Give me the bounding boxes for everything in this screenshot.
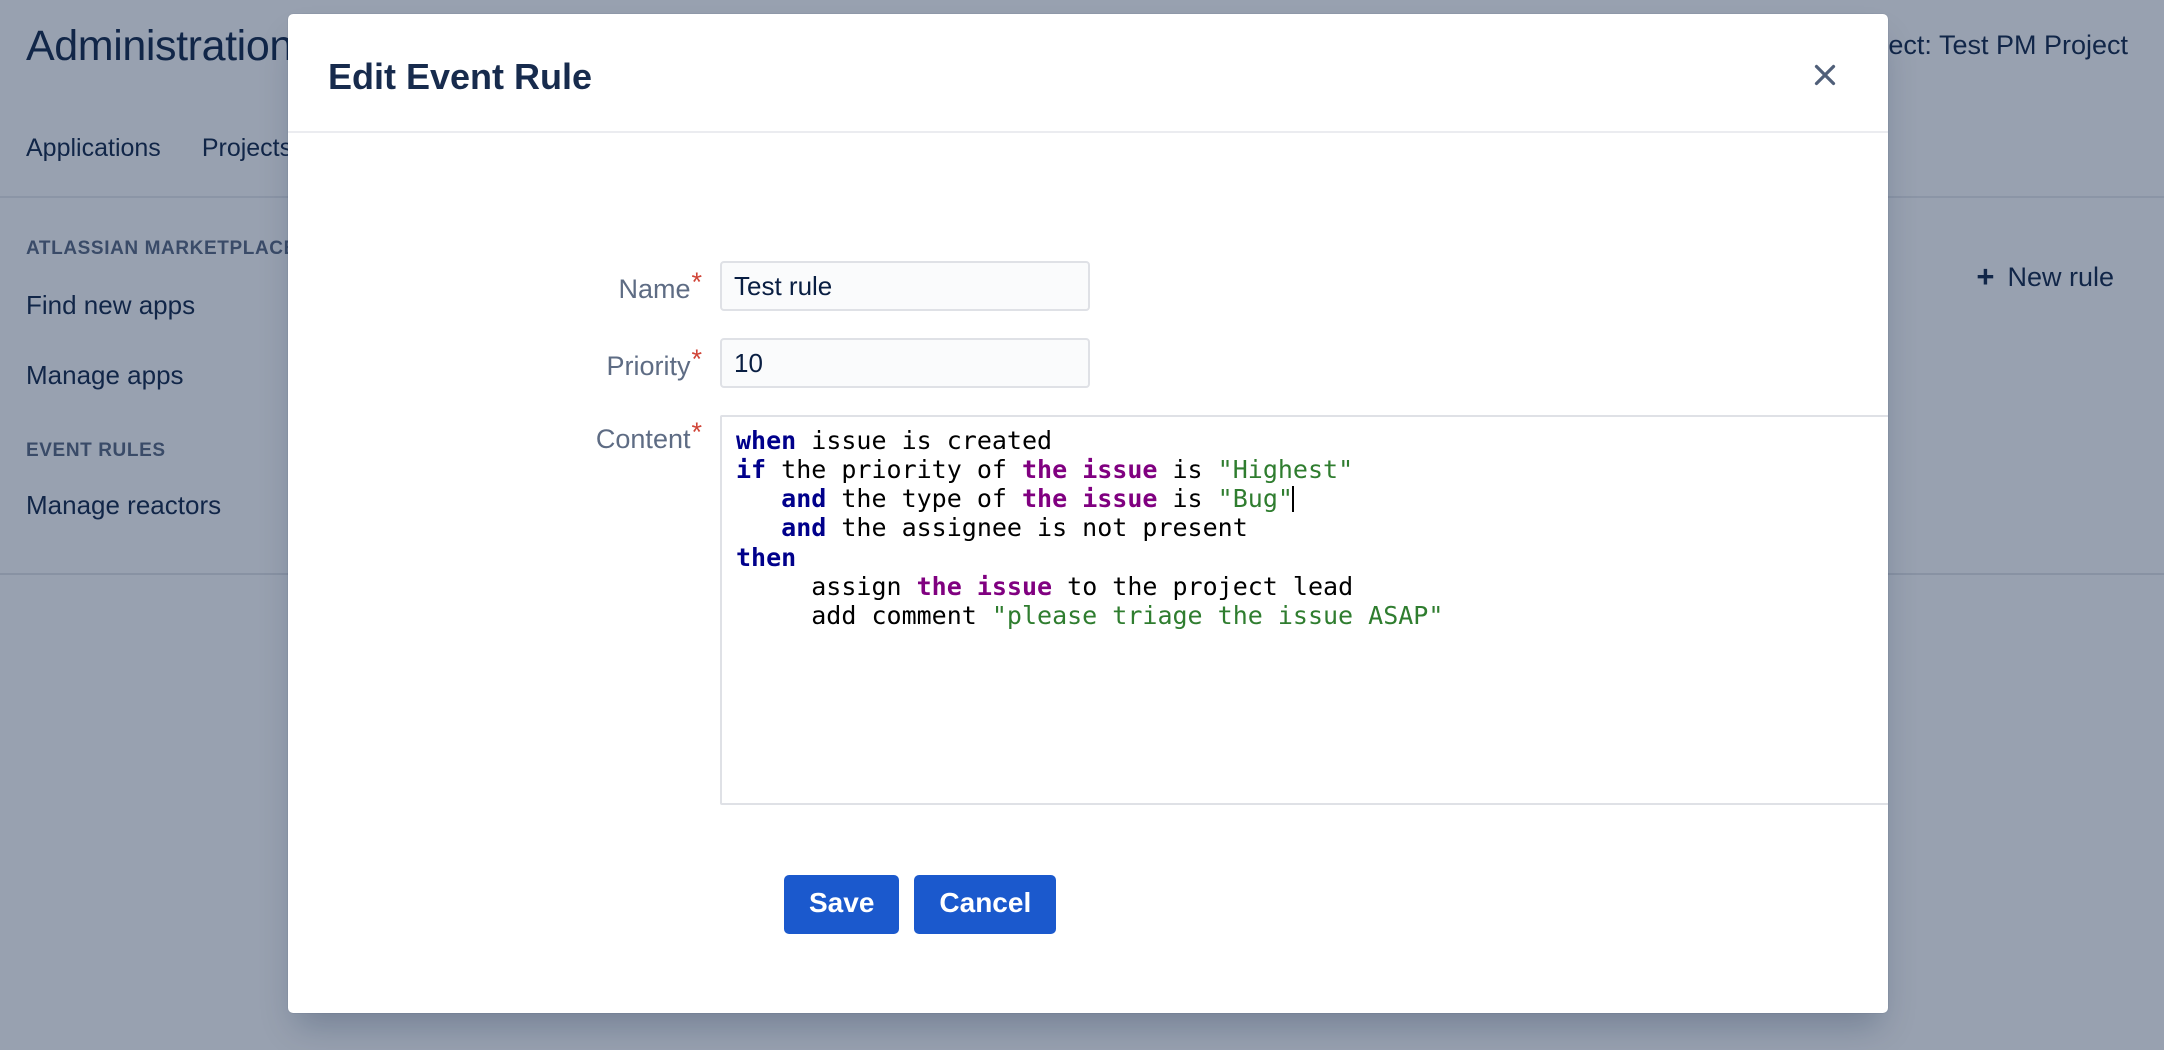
sidebar-item-manage-reactors[interactable]: Manage reactors <box>26 490 221 521</box>
cancel-button[interactable]: Cancel <box>914 875 1057 934</box>
field-row-priority: Priority* <box>520 338 1090 388</box>
required-asterisk: * <box>691 344 702 374</box>
page-title: Administration <box>26 22 293 70</box>
admin-nav: Applications Projects <box>26 134 292 163</box>
name-label: Name* <box>520 269 720 305</box>
priority-label-text: Priority <box>606 351 691 381</box>
new-rule-button[interactable]: + New rule <box>1952 248 2138 309</box>
priority-label: Priority* <box>520 346 720 382</box>
plus-icon: + <box>1976 259 1995 294</box>
required-asterisk: * <box>691 417 702 447</box>
required-asterisk: * <box>691 267 702 297</box>
sidebar-heading-marketplace: ATLASSIAN MARKETPLACE <box>26 238 297 259</box>
save-button[interactable]: Save <box>784 875 900 934</box>
name-input[interactable] <box>720 261 1090 311</box>
close-icon[interactable] <box>1806 56 1844 94</box>
sidebar-item-find-new-apps[interactable]: Find new apps <box>26 290 195 321</box>
dialog-header: Edit Event Rule <box>288 14 1888 133</box>
content-label-text: Content <box>595 424 691 454</box>
content-code-editor[interactable]: when issue is created if the priority of… <box>720 415 1888 805</box>
nav-item-applications[interactable]: Applications <box>26 134 161 163</box>
text-cursor <box>1291 486 1294 513</box>
field-row-name: Name* <box>520 261 1090 311</box>
content-code-text: when issue is created if the priority of… <box>736 426 1444 630</box>
field-row-content: Content* when issue is created if the pr… <box>520 415 1888 805</box>
dialog-title: Edit Event Rule <box>328 56 593 97</box>
edit-event-rule-dialog: Edit Event Rule Name* Priority* Content*… <box>288 14 1888 1013</box>
nav-item-projects[interactable]: Projects <box>202 134 292 163</box>
dialog-body: Name* Priority* Content* when issue is c… <box>288 133 1888 934</box>
dialog-actions: Save Cancel <box>784 875 1057 934</box>
new-rule-button-label: New rule <box>2007 262 2114 292</box>
name-label-text: Name <box>618 274 691 304</box>
priority-input[interactable] <box>720 338 1090 388</box>
content-label: Content* <box>520 419 720 455</box>
sidebar-heading-event-rules: EVENT RULES <box>26 440 166 461</box>
sidebar-item-manage-apps[interactable]: Manage apps <box>26 360 184 391</box>
